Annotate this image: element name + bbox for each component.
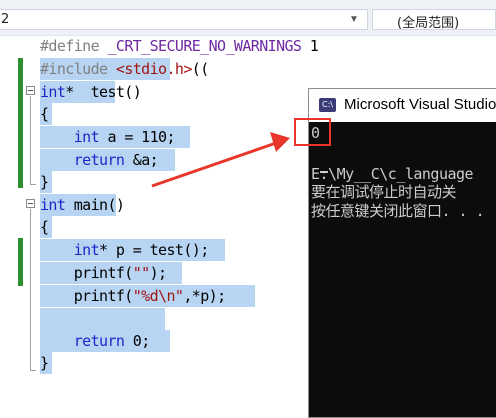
annotation-arrow <box>151 132 290 188</box>
arrow-shaft <box>151 141 277 188</box>
arrow-head <box>270 132 290 152</box>
